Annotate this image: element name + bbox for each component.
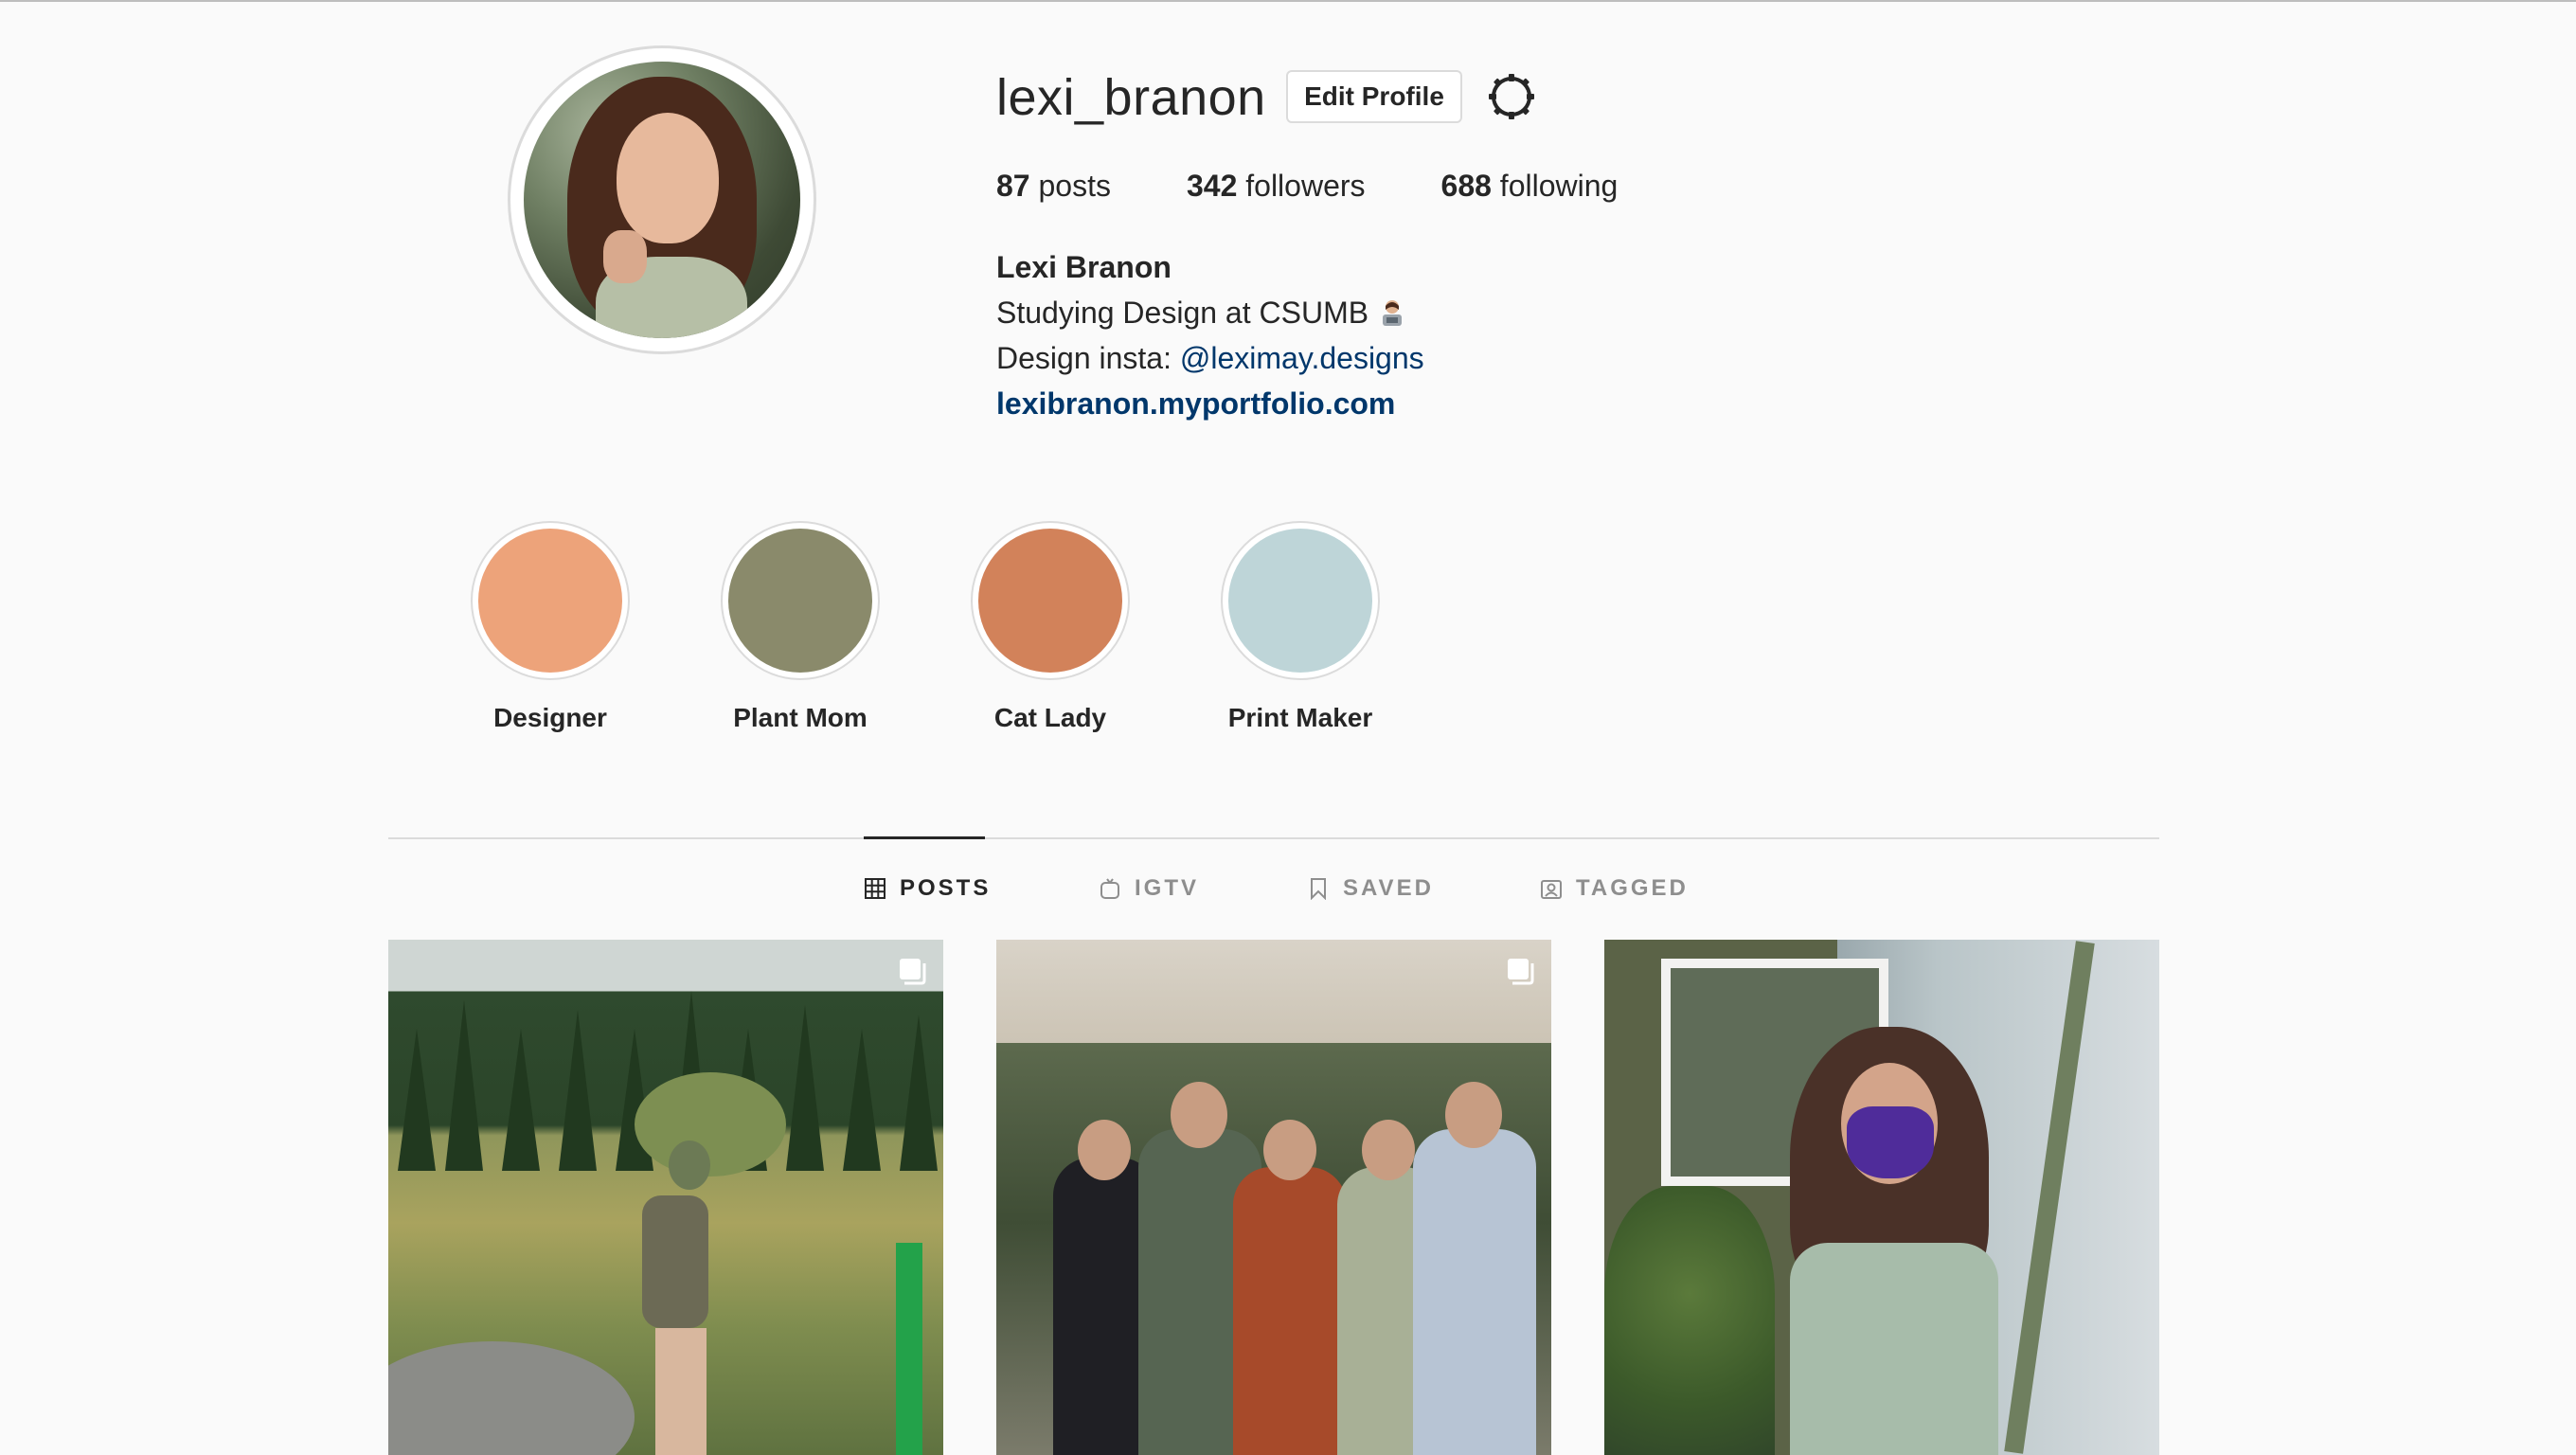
woman-technologist-emoji-icon: [1383, 300, 1403, 326]
tabs-divider: [388, 837, 2159, 839]
bio-mention-link[interactable]: @leximay.designs: [1180, 341, 1424, 375]
bio-line-1: Studying Design at CSUMB: [996, 296, 1406, 331]
bookmark-icon: [1311, 878, 1326, 900]
highlight-label: Cat Lady: [993, 703, 1107, 732]
stat-following[interactable]: 688 following: [1441, 169, 1619, 204]
highlight-designer[interactable]: Designer: [470, 521, 631, 733]
grid-icon: [865, 878, 886, 899]
highlight-print-maker[interactable]: Print Maker: [1220, 521, 1381, 733]
tab-igtv[interactable]: IGTV: [1099, 875, 1199, 902]
profile-avatar[interactable]: [508, 45, 816, 354]
stat-followers[interactable]: 342 followers: [1187, 169, 1366, 204]
profile-full-name: Lexi Branon: [996, 250, 1172, 284]
profile-username: lexi_branon: [996, 69, 1266, 126]
tag-person-icon: [1541, 880, 1562, 899]
highlight-cover: [728, 529, 872, 673]
multiple-photos-icon: [900, 959, 926, 985]
settings-gear-icon[interactable]: [1485, 70, 1538, 123]
tab-tagged[interactable]: TAGGED: [1540, 875, 1689, 902]
tab-posts[interactable]: POSTS: [864, 875, 991, 902]
highlight-plant-mom[interactable]: Plant Mom: [720, 521, 881, 733]
highlight-cover: [1228, 529, 1372, 673]
avatar-photo: [524, 62, 800, 338]
edit-profile-button[interactable]: Edit Profile: [1286, 70, 1462, 123]
top-border: [0, 0, 2576, 2]
bio-line-2: Design insta: @leximay.designs: [996, 341, 1424, 375]
profile-stats: 87 posts 342 followers 688 following: [996, 169, 1693, 204]
highlight-label: Print Maker: [1227, 703, 1373, 732]
post-thumbnail[interactable]: [1604, 940, 2159, 1455]
post-thumbnail[interactable]: [388, 940, 943, 1455]
highlight-cover: [978, 529, 1122, 673]
tab-saved[interactable]: SAVED: [1307, 875, 1434, 902]
highlight-label: Plant Mom: [733, 703, 868, 732]
profile-website-link[interactable]: lexibranon.myportfolio.com: [996, 386, 1395, 422]
highlight-label: Designer: [493, 703, 607, 732]
highlight-cat-lady[interactable]: Cat Lady: [970, 521, 1131, 733]
highlight-cover: [478, 529, 622, 673]
post-thumbnail[interactable]: [996, 940, 1551, 1455]
multiple-photos-icon: [1508, 959, 1534, 985]
stat-posts: 87 posts: [996, 169, 1111, 203]
active-tab-indicator: [864, 836, 985, 839]
igtv-icon: [1100, 878, 1119, 899]
